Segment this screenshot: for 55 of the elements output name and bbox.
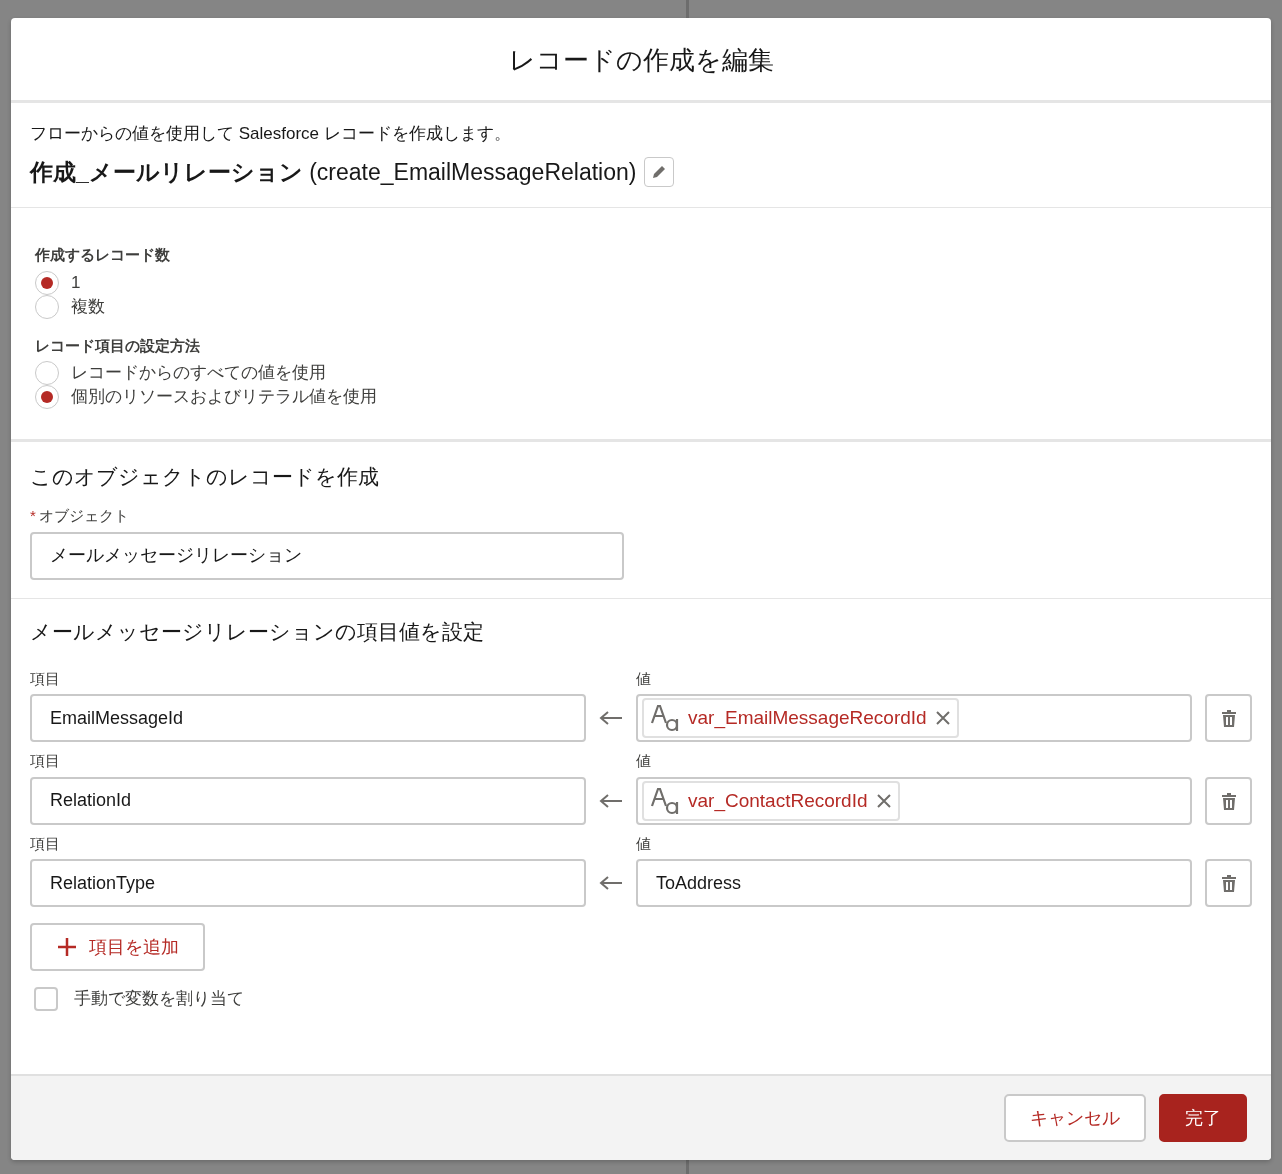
group-label: レコード項目の設定方法: [35, 335, 201, 356]
field-input[interactable]: EmailMessageId: [30, 694, 586, 743]
remove-icon[interactable]: [934, 710, 951, 727]
field-input[interactable]: RelationId: [30, 776, 586, 825]
group-label: 作成するレコード数: [35, 245, 171, 265]
object-label: オブジェクト: [38, 507, 129, 525]
radio-button[interactable]: [35, 385, 59, 409]
done-button[interactable]: 完了: [1159, 1094, 1247, 1142]
radio-label: 個別のリソースおよびリテラル値を使用: [71, 386, 377, 408]
text-type-icon: [650, 785, 680, 816]
field-label: 項目: [30, 751, 61, 772]
element-name: 作成_メールリレーション (create_EmailMessageRelation): [30, 157, 637, 187]
resource-name: var_ContactRecordId: [688, 788, 868, 814]
value-label: 値: [636, 833, 652, 854]
value-field[interactable]: var_ContactRecordId: [636, 776, 1192, 825]
description-text: フローからの値を使用して Salesforce レコードを作成します。: [30, 123, 512, 145]
delete-button[interactable]: [1205, 694, 1252, 743]
resource-name: var_EmailMessageRecordId: [688, 706, 927, 731]
value-label: 値: [636, 668, 652, 689]
section-heading: このオブジェクトのレコードを作成: [30, 464, 380, 490]
modal-title: レコードの作成を編集: [508, 44, 774, 77]
value-input[interactable]: ToAddress: [636, 859, 1192, 908]
edit-button[interactable]: [644, 156, 675, 187]
value-field[interactable]: var_EmailMessageRecordId: [636, 694, 1192, 743]
cancel-button[interactable]: キャンセル: [1004, 1094, 1146, 1142]
radio-button[interactable]: [35, 294, 59, 319]
delete-button[interactable]: [1205, 776, 1252, 825]
add-field-button[interactable]: 項目を追加: [30, 923, 205, 972]
radio-button[interactable]: [35, 270, 59, 295]
trash-icon: [1220, 874, 1237, 893]
checkbox-label: 手動で変数を割り当て: [74, 988, 244, 1011]
field-input[interactable]: RelationType: [30, 859, 586, 908]
object-field[interactable]: メールメッセージリレーション: [30, 531, 624, 580]
field-label: 項目: [30, 668, 61, 689]
checkbox[interactable]: [34, 987, 58, 1012]
left-arrow-icon: [599, 710, 623, 727]
plus-icon: [56, 937, 77, 958]
pencil-icon: [651, 163, 668, 180]
resource-pill[interactable]: var_EmailMessageRecordId: [642, 698, 959, 739]
left-arrow-icon: [599, 792, 623, 809]
field-label: 項目: [30, 833, 61, 854]
section-heading: メールメッセージリレーションの項目値を設定: [30, 618, 485, 644]
radio-button[interactable]: [35, 361, 59, 385]
left-arrow-icon: [599, 875, 623, 892]
trash-icon: [1220, 709, 1237, 728]
radio-label: 複数: [71, 295, 105, 318]
trash-icon: [1220, 791, 1237, 810]
value-label: 値: [636, 751, 652, 772]
radio-label: 1: [71, 271, 81, 294]
delete-button[interactable]: [1205, 859, 1252, 908]
remove-icon[interactable]: [875, 792, 892, 809]
text-type-icon: [650, 703, 680, 734]
resource-pill[interactable]: var_ContactRecordId: [642, 780, 900, 821]
required-mark: *: [30, 507, 36, 525]
radio-label: レコードからのすべての値を使用: [71, 362, 326, 384]
